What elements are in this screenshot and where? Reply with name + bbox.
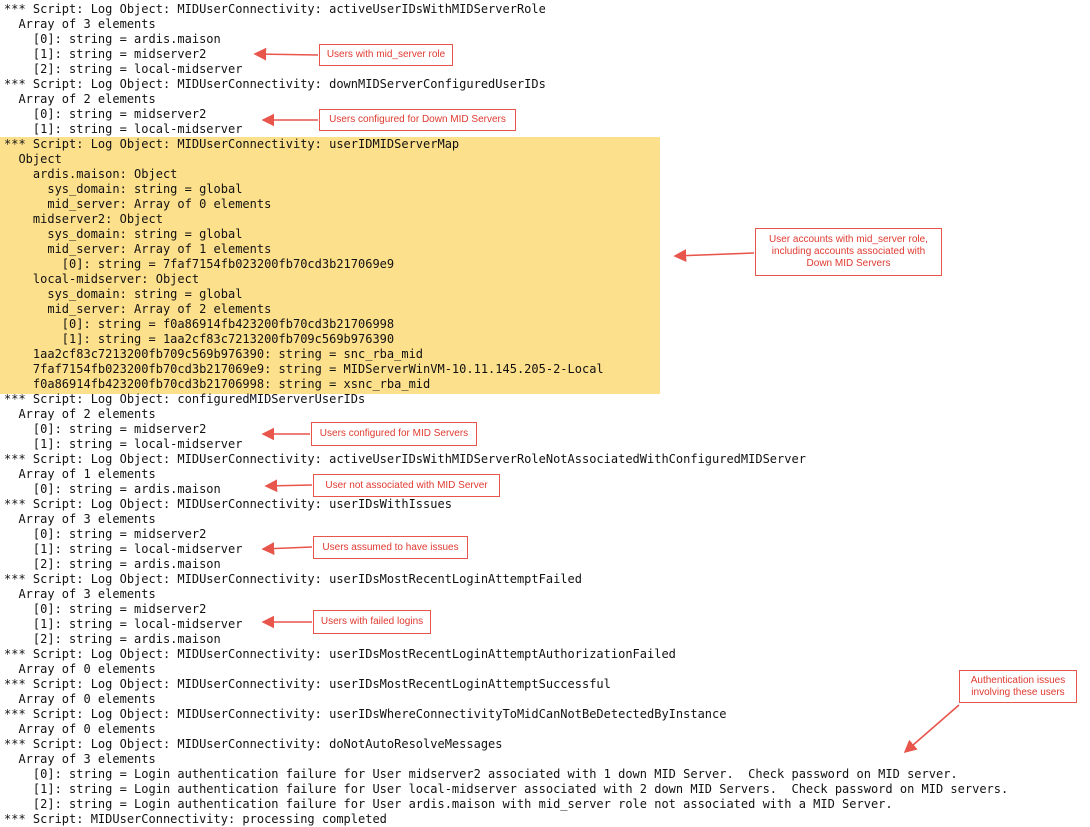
log-line: [1]: string = local-midserver <box>4 542 243 556</box>
log-line: Array of 3 elements <box>4 752 156 766</box>
log-line: *** Script: Log Object: MIDUserConnectiv… <box>4 452 806 466</box>
log-line: mid_server: Array of 0 elements <box>4 197 272 211</box>
log-line: [1]: string = local-midserver <box>4 617 243 631</box>
log-line: *** Script: Log Object: MIDUserConnectiv… <box>4 737 503 751</box>
log-line: Array of 3 elements <box>4 512 156 526</box>
log-line: [1]: string = Login authentication failu… <box>4 782 1009 796</box>
log-line: midserver2: Object <box>4 212 163 226</box>
annotation-failed-logins: Users with failed logins <box>313 610 431 634</box>
log-line: [1]: string = 1aa2cf83c7213200fb709c569b… <box>4 332 395 346</box>
log-line: *** Script: Log Object: MIDUserConnectiv… <box>4 137 460 151</box>
log-line: *** Script: Log Object: MIDUserConnectiv… <box>4 497 452 511</box>
log-line: Array of 3 elements <box>4 587 156 601</box>
log-line: Array of 0 elements <box>4 662 156 676</box>
log-line: [2]: string = ardis.maison <box>4 557 221 571</box>
log-line: *** Script: Log Object: MIDUserConnectiv… <box>4 647 676 661</box>
log-line: [0]: string = midserver2 <box>4 527 207 541</box>
log-line: [1]: string = midserver2 <box>4 47 207 61</box>
log-line: 7faf7154fb023200fb70cd3b217069e9: string… <box>4 362 604 376</box>
log-line: *** Script: Log Object: MIDUserConnectiv… <box>4 677 611 691</box>
log-line: Array of 3 elements <box>4 17 156 31</box>
log-line: *** Script: Log Object: MIDUserConnectiv… <box>4 707 727 721</box>
log-line: [0]: string = midserver2 <box>4 422 207 436</box>
annotation-assumed-issues: Users assumed to have issues <box>313 536 468 559</box>
log-line: Array of 2 elements <box>4 92 156 106</box>
log-line: [0]: string = Login authentication failu… <box>4 767 958 781</box>
annotation-accounts-with-role: User accounts with mid_server role, incl… <box>755 228 942 276</box>
annotation-configured-mid-servers: Users configured for MID Servers <box>311 422 477 446</box>
log-line: ardis.maison: Object <box>4 167 178 181</box>
log-line: sys_domain: string = global <box>4 287 243 301</box>
annotation-mid-server-role: Users with mid_server role <box>319 44 453 66</box>
log-line: f0a86914fb423200fb70cd3b21706998: string… <box>4 377 431 391</box>
log-line: mid_server: Array of 2 elements <box>4 302 272 316</box>
log-line: *** Script: Log Object: MIDUserConnectiv… <box>4 572 582 586</box>
log-line: Array of 1 elements <box>4 467 156 481</box>
log-line: *** Script: Log Object: MIDUserConnectiv… <box>4 77 546 91</box>
log-line: [0]: string = f0a86914fb423200fb70cd3b21… <box>4 317 395 331</box>
log-line: [0]: string = ardis.maison <box>4 32 221 46</box>
log-line: sys_domain: string = global <box>4 182 243 196</box>
log-line: Array of 0 elements <box>4 692 156 706</box>
log-line: Array of 0 elements <box>4 722 156 736</box>
log-line: [1]: string = local-midserver <box>4 437 243 451</box>
log-line: *** Script: Log Object: configuredMIDSer… <box>4 392 366 406</box>
log-line: *** Script: Log Object: MIDUserConnectiv… <box>4 2 546 16</box>
log-line: [2]: string = ardis.maison <box>4 632 221 646</box>
log-line: 1aa2cf83c7213200fb709c569b976390: string… <box>4 347 424 361</box>
log-line: Array of 2 elements <box>4 407 156 421</box>
log-line: [0]: string = ardis.maison <box>4 482 221 496</box>
annotation-down-mid-servers: Users configured for Down MID Servers <box>319 109 516 131</box>
log-line: Object <box>4 152 62 166</box>
annotation-not-associated: User not associated with MID Server <box>313 474 500 497</box>
log-line: [2]: string = Login authentication failu… <box>4 797 893 811</box>
log-line: [2]: string = local-midserver <box>4 62 243 76</box>
annotation-auth-issues: Authentication issues involving these us… <box>959 670 1077 703</box>
log-line: [0]: string = midserver2 <box>4 602 207 616</box>
log-line: *** Script: MIDUserConnectivity: process… <box>4 812 387 826</box>
